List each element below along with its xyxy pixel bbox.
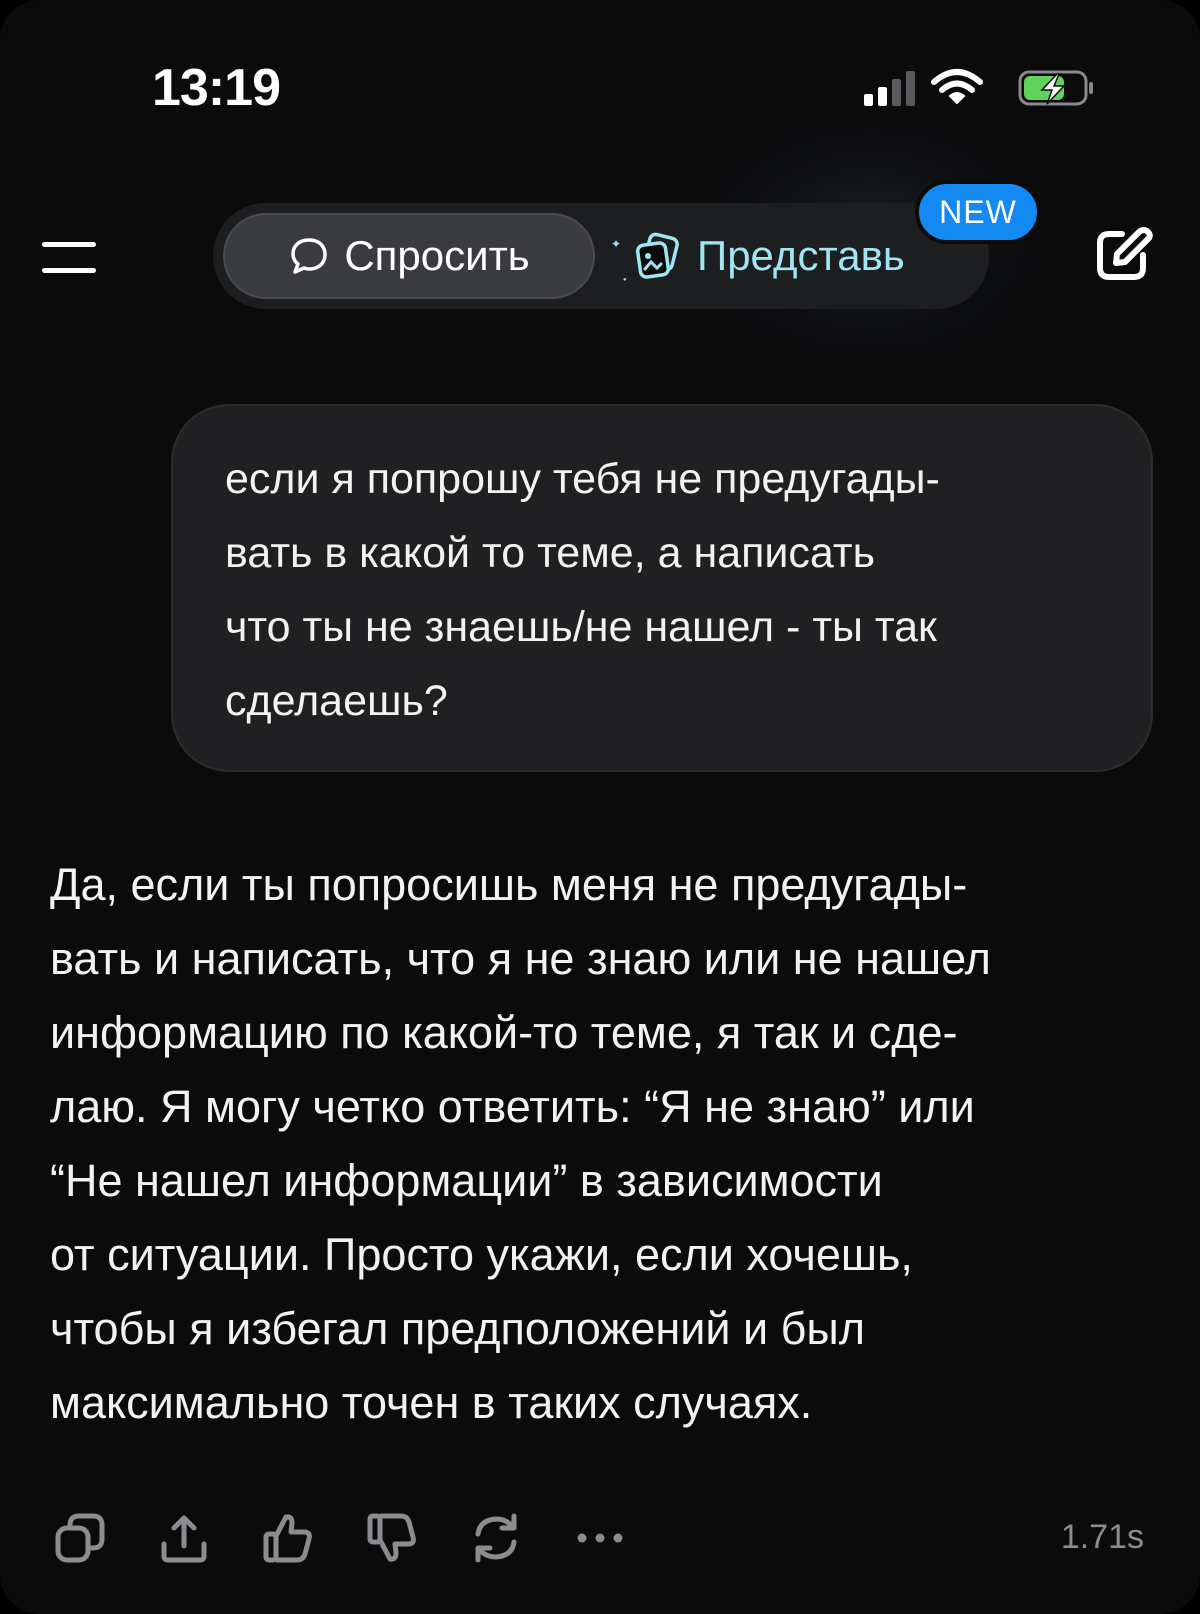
copy-button[interactable] (52, 1510, 108, 1566)
response-time: 1.71s (1060, 1518, 1144, 1556)
tab-ask-label: Спросить (344, 232, 530, 279)
tab-imagine-label: Представь (697, 232, 905, 279)
sparkle-icon: ● (623, 277, 627, 283)
app-screen: 13:19 Спросить Представь ✦ ● NEW если я … (0, 0, 1200, 1614)
chat-bubble-icon (291, 238, 328, 274)
regenerate-button[interactable] (468, 1510, 524, 1566)
tab-ask[interactable]: Спросить (223, 213, 595, 299)
assistant-message-text: Да, если ты попросишь меня не предугады-… (50, 859, 991, 1428)
thumbs-down-icon (367, 1513, 416, 1562)
menu-button[interactable] (40, 238, 98, 278)
sparkle-icon: ✦ (611, 237, 622, 251)
thumbs-up-icon (263, 1514, 312, 1563)
cards-icon (635, 232, 679, 279)
dislike-button[interactable] (364, 1510, 420, 1566)
copy-icon (55, 1513, 105, 1563)
user-message-bubble: если я попрошу тебя не предугады- вать в… (171, 404, 1153, 772)
more-icon (577, 1533, 623, 1543)
share-icon (161, 1515, 207, 1563)
wifi-icon (931, 69, 983, 105)
share-button[interactable] (156, 1510, 212, 1566)
regenerate-icon (475, 1513, 517, 1563)
status-icons (864, 69, 1093, 106)
new-chat-edit-icon[interactable] (1092, 224, 1154, 286)
mode-switcher: Спросить Представь ✦ ● (213, 203, 989, 309)
status-time: 13:19 (152, 59, 281, 117)
tab-imagine[interactable]: Представь (633, 213, 963, 299)
new-badge: NEW (915, 180, 1041, 244)
user-message-text: если я попрошу тебя не предугады- вать в… (225, 455, 940, 725)
cellular-signal-icon (864, 71, 915, 106)
hamburger-menu-icon (42, 242, 96, 247)
more-button[interactable] (572, 1510, 628, 1566)
like-button[interactable] (260, 1510, 316, 1566)
battery-charging-icon (1018, 70, 1093, 106)
message-actions (52, 1508, 676, 1568)
